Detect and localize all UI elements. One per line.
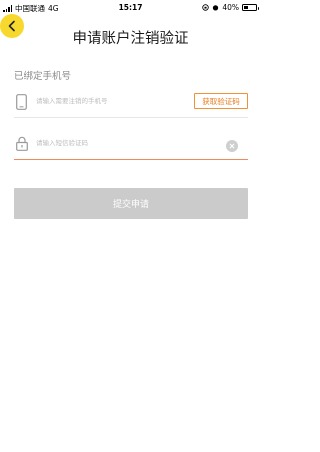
page-title: 申请账户注销验证	[72, 31, 189, 47]
close-icon	[229, 143, 235, 149]
code-row	[14, 128, 248, 160]
status-right: 40%	[202, 3, 259, 12]
code-input[interactable]	[36, 139, 196, 147]
battery-percent: 40%	[222, 3, 239, 12]
clear-button[interactable]	[226, 140, 238, 152]
alarm-icon	[213, 5, 219, 11]
phone-icon	[16, 94, 27, 110]
status-bar: 中国联通 4G 15:17 40%	[0, 0, 261, 14]
battery-icon	[242, 4, 259, 11]
submit-button[interactable]: 提交申请	[14, 188, 248, 219]
lock-icon	[16, 136, 28, 151]
phone-input[interactable]	[36, 97, 176, 105]
get-code-button[interactable]: 获取验证码	[194, 93, 248, 109]
phone-row: 获取验证码	[14, 86, 248, 118]
orientation-lock-icon	[202, 4, 210, 11]
section-label: 已绑定手机号	[14, 71, 72, 82]
battery-fill	[244, 6, 249, 9]
